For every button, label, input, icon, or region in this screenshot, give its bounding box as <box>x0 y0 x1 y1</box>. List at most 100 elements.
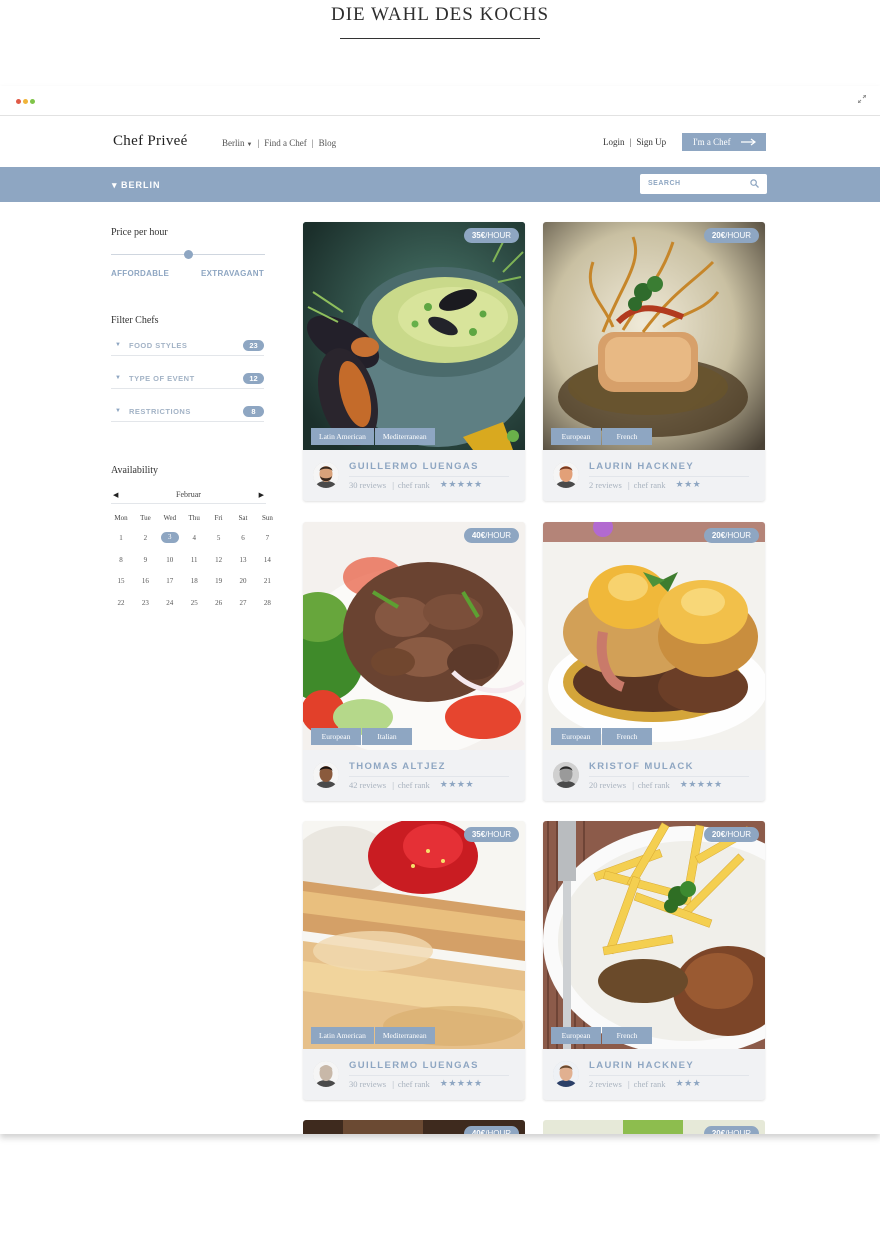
chef-card-partial[interactable]: 20€/HOUR <box>543 1120 765 1134</box>
calendar-day[interactable]: 2 <box>134 534 156 542</box>
avatar[interactable] <box>313 1061 339 1087</box>
chef-name[interactable]: KRISTOF MULACK <box>589 761 694 772</box>
calendar-day[interactable]: 14 <box>256 556 278 564</box>
calendar-day[interactable]: 5 <box>208 534 230 542</box>
calendar-day[interactable]: 13 <box>232 556 254 564</box>
calendar-day[interactable]: 9 <box>134 556 156 564</box>
price-slider-thumb[interactable] <box>183 250 193 259</box>
calendar-day[interactable]: 25 <box>183 599 205 607</box>
cuisine-tag[interactable]: Mediterranean <box>374 428 435 445</box>
review-count[interactable]: 30 reviews <box>349 1079 386 1089</box>
review-count[interactable]: 20 reviews <box>589 780 626 790</box>
city-selector[interactable]: ▾ BERLIN <box>112 180 161 191</box>
calendar-day[interactable]: 4 <box>183 534 205 542</box>
cuisine-tag[interactable]: Latin American <box>311 428 374 445</box>
cuisine-tag[interactable]: French <box>602 428 652 445</box>
review-count[interactable]: 2 reviews <box>589 1079 622 1089</box>
chef-name[interactable]: LAURIN HACKNEY <box>589 1060 694 1071</box>
calendar-day[interactable]: 18 <box>183 577 205 585</box>
calendar-day[interactable]: 6 <box>232 534 254 542</box>
chef-meta: 42 reviews | chef rank ★★★★ <box>349 779 474 790</box>
calendar-day[interactable]: 27 <box>232 599 254 607</box>
chevron-right-icon[interactable]: ▶ <box>259 491 264 499</box>
nav-item-blog[interactable]: Blog <box>319 138 337 148</box>
maximize-window-dot[interactable] <box>30 99 35 104</box>
review-count[interactable]: 42 reviews <box>349 780 386 790</box>
chef-card[interactable]: 35€/HOUR Latin American Mediterranean GUI… <box>303 821 525 1100</box>
dish-photo[interactable] <box>543 821 765 1049</box>
calendar-day[interactable]: 16 <box>134 577 156 585</box>
calendar-day[interactable]: 17 <box>159 577 181 585</box>
review-count[interactable]: 30 reviews <box>349 480 386 490</box>
calendar-day[interactable]: 20 <box>232 577 254 585</box>
chef-card[interactable]: 20€/HOUR European French KRISTOF MULACK 2… <box>543 522 765 801</box>
calendar-day[interactable]: 10 <box>159 556 181 564</box>
calendar-day[interactable]: 21 <box>256 577 278 585</box>
dish-photo[interactable] <box>303 222 525 450</box>
close-window-dot[interactable] <box>16 99 21 104</box>
price-unit: /HOUR <box>485 231 511 240</box>
cuisine-tag[interactable]: Mediterranean <box>374 1027 435 1044</box>
calendar-day[interactable]: 23 <box>134 599 156 607</box>
chef-card[interactable]: 35€/HOUR Latin American Mediterranean GUI… <box>303 222 525 501</box>
calendar-day[interactable]: 26 <box>208 599 230 607</box>
chef-name[interactable]: GUILLERMO LUENGAS <box>349 1060 479 1071</box>
filter-label: RESTRICTIONS <box>129 407 191 416</box>
site-logo[interactable]: Chef Priveé <box>113 133 188 150</box>
cuisine-tag[interactable]: Italian <box>362 728 412 745</box>
chef-name[interactable]: THOMAS ALTJEZ <box>349 761 446 772</box>
cuisine-tag[interactable]: French <box>602 1027 652 1044</box>
review-count[interactable]: 2 reviews <box>589 480 622 490</box>
login-link[interactable]: Login <box>603 137 625 147</box>
chef-name[interactable]: GUILLERMO LUENGAS <box>349 461 479 472</box>
chef-card[interactable]: 20€/HOUR European French LAURIN HACKNEY 2… <box>543 222 765 501</box>
calendar-day-selected[interactable]: 3 <box>160 532 179 543</box>
price-min-label: AFFORDABLE <box>111 269 170 278</box>
nav-item-city[interactable]: Berlin ▼ <box>222 138 252 148</box>
calendar-day[interactable]: 19 <box>208 577 230 585</box>
calendar-day[interactable]: 7 <box>256 534 278 542</box>
calendar-day[interactable]: 11 <box>183 556 205 564</box>
filter-type-of-event[interactable]: ▼ TYPE OF EVENT 12 <box>111 371 264 389</box>
calendar-day[interactable]: 1 <box>110 534 132 542</box>
filter-restrictions[interactable]: ▼ RESTRICTIONS 8 <box>111 404 264 422</box>
dish-photo[interactable] <box>303 821 525 1049</box>
signup-link[interactable]: Sign Up <box>636 137 666 147</box>
im-a-chef-button[interactable]: I'm a Chef <box>682 133 766 151</box>
chevron-down-icon: ▼ <box>115 375 121 381</box>
calendar-day[interactable]: 22 <box>110 599 132 607</box>
chef-name[interactable]: LAURIN HACKNEY <box>589 461 694 472</box>
avatar[interactable] <box>313 462 339 488</box>
dish-photo[interactable] <box>543 222 765 450</box>
chef-card[interactable]: 40€/HOUR European Italian THOMAS ALTJEZ 4… <box>303 522 525 801</box>
auth-separator: | <box>629 137 632 147</box>
cuisine-tag[interactable]: French <box>602 728 652 745</box>
cuisine-tag[interactable]: Latin American <box>311 1027 374 1044</box>
search-icon[interactable] <box>750 179 759 188</box>
cuisine-tag[interactable]: European <box>551 428 601 445</box>
expand-icon[interactable] <box>858 95 866 103</box>
calendar-day[interactable]: 12 <box>208 556 230 564</box>
avatar[interactable] <box>553 762 579 788</box>
avatar[interactable] <box>553 462 579 488</box>
calendar-day[interactable]: 15 <box>110 577 132 585</box>
dish-photo[interactable] <box>543 522 765 750</box>
chef-card[interactable]: 20€/HOUR European French LAURIN HACKNEY 2… <box>543 821 765 1100</box>
search-input[interactable]: SEARCH <box>640 174 767 194</box>
calendar-day[interactable]: 24 <box>159 599 181 607</box>
cuisine-tag[interactable]: European <box>311 728 361 745</box>
calendar-day[interactable]: 8 <box>110 556 132 564</box>
avatar[interactable] <box>553 1061 579 1087</box>
cuisine-tag[interactable]: European <box>551 728 601 745</box>
price-unit: /HOUR <box>485 1129 511 1134</box>
star-rating: ★★★★★ <box>439 479 483 489</box>
chef-card-partial[interactable]: 40€/HOUR <box>303 1120 525 1134</box>
nav-item-find-chef[interactable]: Find a Chef <box>264 138 307 148</box>
minimize-window-dot[interactable] <box>23 99 28 104</box>
filter-food-styles[interactable]: ▼ FOOD STYLES 23 <box>111 338 264 356</box>
dish-photo[interactable] <box>303 522 525 750</box>
cuisine-tag[interactable]: European <box>551 1027 601 1044</box>
calendar-day[interactable]: 28 <box>256 599 278 607</box>
meta-separator: | <box>390 779 394 790</box>
avatar[interactable] <box>313 762 339 788</box>
